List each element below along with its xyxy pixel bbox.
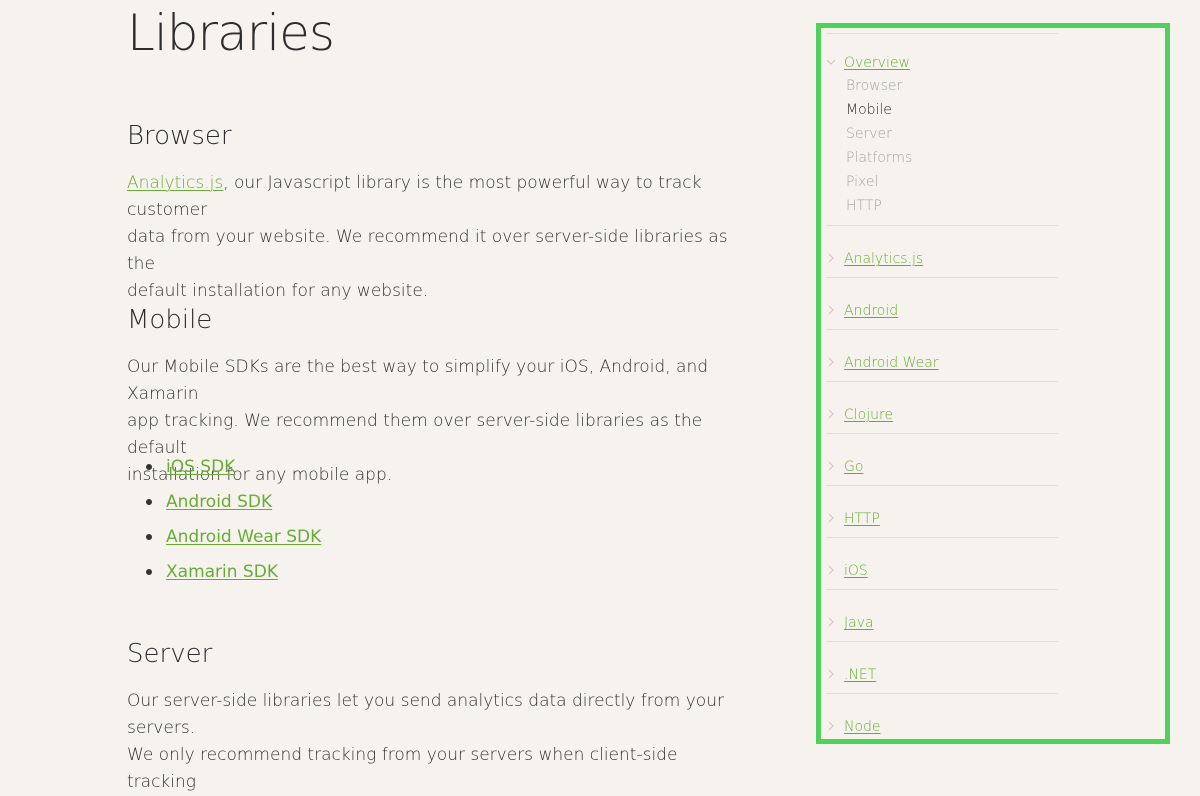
sidebar-subitem-mobile[interactable]: Mobile (846, 101, 912, 125)
mobile-text-line1: Our Mobile SDKs are the best way to simp… (127, 357, 709, 404)
list-item: iOS SDK (127, 455, 321, 490)
browser-text-line2: data from your website. We recommend it … (127, 227, 728, 274)
mobile-heading: Mobile (127, 305, 213, 335)
sidebar-item-clojure[interactable]: Clojure (844, 406, 893, 424)
analytics-js-link[interactable]: Analytics.js (127, 173, 223, 193)
sidebar-subitem-pixel[interactable]: Pixel (846, 173, 912, 197)
mobile-text-line2: app tracking. We recommend them over ser… (127, 411, 703, 458)
sidebar-divider (826, 589, 1058, 590)
sidebar-item-dotnet[interactable]: .NET (844, 666, 876, 684)
browser-paragraph: Analytics.js, our Javascript library is … (127, 170, 737, 305)
bullet-icon (146, 569, 152, 575)
server-text-line2: We only recommend tracking from your ser… (127, 745, 678, 792)
chevron-down-icon[interactable] (826, 57, 836, 67)
sidebar-divider (826, 33, 1058, 34)
sidebar-subitem-platforms[interactable]: Platforms (846, 149, 912, 173)
sidebar-item-go[interactable]: Go (844, 458, 863, 476)
sidebar-divider (826, 641, 1058, 642)
sidebar-divider (826, 329, 1058, 330)
server-heading: Server (127, 639, 213, 669)
sidebar-item-http[interactable]: HTTP (844, 510, 880, 528)
page-title: Libraries (127, 4, 335, 62)
chevron-right-icon[interactable] (826, 305, 836, 315)
chevron-right-icon[interactable] (826, 409, 836, 419)
bullet-icon (146, 464, 152, 470)
chevron-right-icon[interactable] (826, 721, 836, 731)
sidebar-item-overview[interactable]: Overview (844, 54, 910, 72)
sidebar-item-ios[interactable]: iOS (844, 562, 868, 580)
mobile-sdk-list: iOS SDK Android SDK Android Wear SDK Xam… (127, 455, 321, 595)
browser-heading: Browser (127, 121, 232, 151)
sidebar-item-java[interactable]: Java (844, 614, 874, 632)
sidebar-divider (826, 277, 1058, 278)
sidebar-divider (826, 225, 1058, 226)
chevron-right-icon[interactable] (826, 357, 836, 367)
android-sdk-link[interactable]: Android SDK (166, 492, 272, 512)
server-paragraph: Our server-side libraries let you send a… (127, 688, 737, 796)
chevron-right-icon[interactable] (826, 565, 836, 575)
sidebar-subitem-browser[interactable]: Browser (846, 77, 912, 101)
sidebar-item-node[interactable]: Node (844, 718, 881, 736)
sidebar-item-android[interactable]: Android (844, 302, 898, 320)
ios-sdk-link[interactable]: iOS SDK (166, 457, 235, 477)
sidebar-divider (826, 537, 1058, 538)
chevron-right-icon[interactable] (826, 253, 836, 263)
chevron-right-icon[interactable] (826, 617, 836, 627)
list-item: Android SDK (127, 490, 321, 525)
xamarin-sdk-link[interactable]: Xamarin SDK (166, 562, 278, 582)
chevron-right-icon[interactable] (826, 669, 836, 679)
sidebar-item-android-wear[interactable]: Android Wear (844, 354, 939, 372)
server-text-line1: Our server-side libraries let you send a… (127, 691, 724, 738)
chevron-right-icon[interactable] (826, 513, 836, 523)
sidebar-divider (826, 433, 1058, 434)
list-item: Xamarin SDK (127, 560, 321, 595)
chevron-right-icon[interactable] (826, 461, 836, 471)
list-item: Android Wear SDK (127, 525, 321, 560)
sidebar-overview-sublist: Browser Mobile Server Platforms Pixel HT… (846, 77, 912, 221)
sidebar-subitem-server[interactable]: Server (846, 125, 912, 149)
sidebar-divider (826, 693, 1058, 694)
bullet-icon (146, 499, 152, 505)
sidebar-item-analytics-js[interactable]: Analytics.js (844, 250, 923, 268)
bullet-icon (146, 534, 152, 540)
sidebar-divider (826, 485, 1058, 486)
android-wear-sdk-link[interactable]: Android Wear SDK (166, 527, 321, 547)
sidebar-subitem-http[interactable]: HTTP (846, 197, 912, 221)
sidebar-nav: Overview Browser Mobile Server Platforms… (816, 23, 1170, 744)
browser-text-line3: default installation for any website. (127, 281, 429, 301)
sidebar-divider (826, 381, 1058, 382)
